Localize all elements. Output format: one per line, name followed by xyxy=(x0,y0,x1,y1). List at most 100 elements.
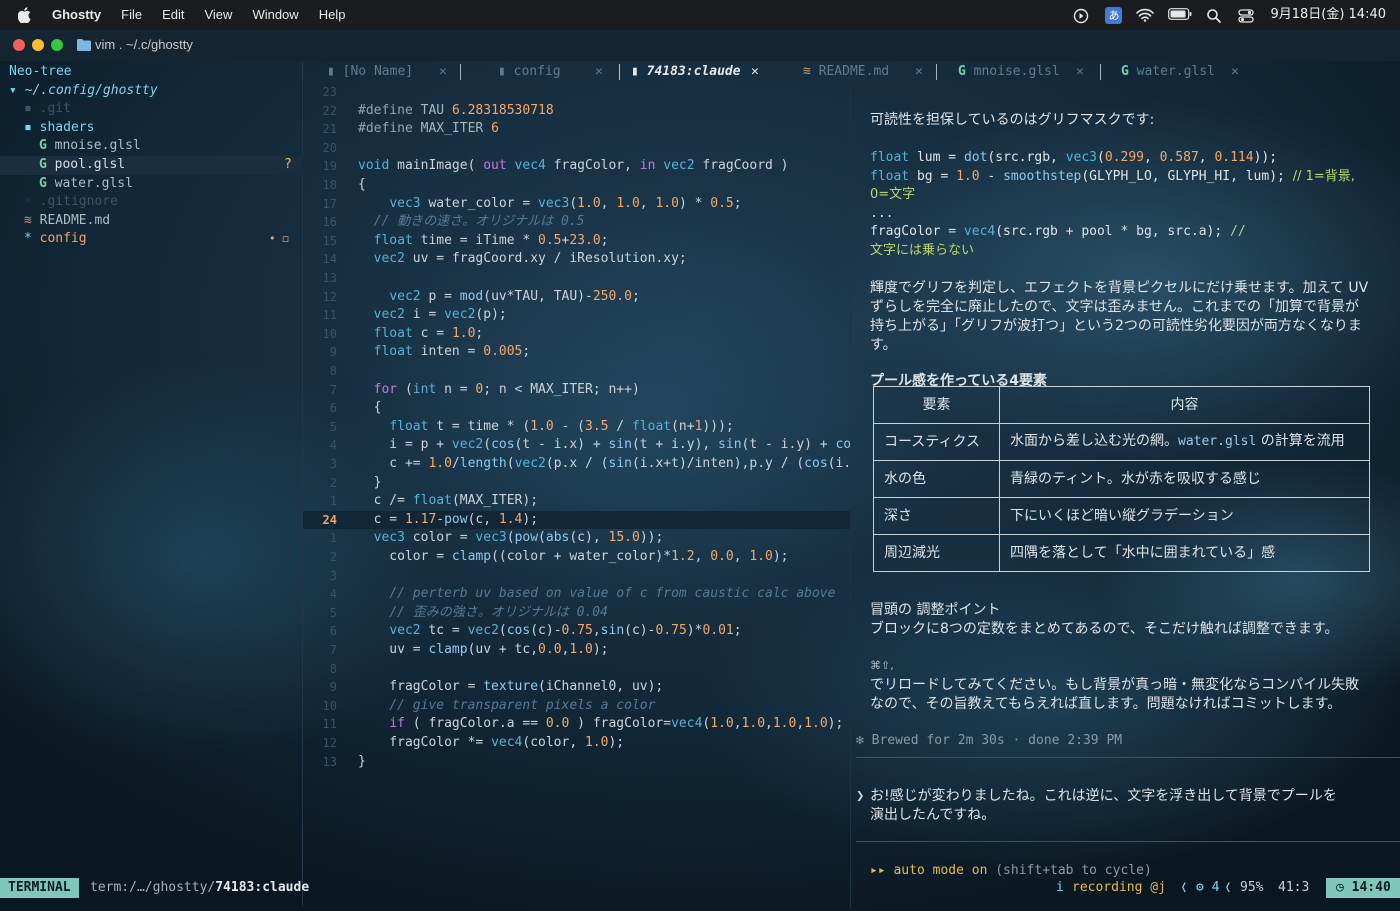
search-icon[interactable] xyxy=(1206,8,1224,23)
glsl-file-icon: G xyxy=(1121,64,1137,79)
statusline-path: term:/…/ghostty/74183:claude xyxy=(90,879,309,898)
close-icon[interactable]: ✕ xyxy=(1231,61,1239,83)
close-window-button[interactable] xyxy=(13,39,25,51)
claude-terminal-pane[interactable]: 可読性を担保しているのはグリフマスクです: float lum = dot(sr… xyxy=(856,81,1400,906)
neo-tree-panel: Neo-tree ▾ ~/.config/ghostty ▪ .git ▪ sh… xyxy=(0,61,303,906)
code-line: #define MAX_ITER 6 xyxy=(358,121,499,137)
close-icon[interactable]: ✕ xyxy=(915,61,923,83)
close-icon[interactable]: ✕ xyxy=(751,61,759,83)
line-number: 7 xyxy=(329,382,337,397)
line-number: 23 xyxy=(322,85,337,99)
code-line: vec2 tc = vec2(cos(c)-0.75,sin(c)-0.75)*… xyxy=(389,623,742,639)
zoom-window-button[interactable] xyxy=(51,39,63,51)
code-line: vec2 i = vec2(p); xyxy=(373,307,507,323)
code-line: vec3 water_color = vec3(1.0, 1.0, 1.0) *… xyxy=(389,195,742,211)
code-line: vec3 color = vec3(pow(abs(c), 15.0)); xyxy=(373,530,664,546)
tab-config[interactable]: ▮ config ✕ xyxy=(498,61,603,83)
line-number: 11 xyxy=(322,308,337,323)
input-method-icon[interactable]: あ xyxy=(1105,6,1123,24)
table-cell: 水面から差し込む光の網。water.glsl の計算を流用 xyxy=(999,423,1370,461)
line-number: 11 xyxy=(322,717,337,732)
neo-tree-header: Neo-tree xyxy=(9,64,72,79)
line-number: 13 xyxy=(322,754,337,769)
table-cell-text: の計算を流用 xyxy=(1256,433,1345,450)
menu-app-name[interactable]: Ghostty xyxy=(52,6,101,25)
control-center-icon[interactable] xyxy=(1238,8,1256,23)
close-icon[interactable]: ✕ xyxy=(595,61,603,83)
tab-separator xyxy=(460,64,461,80)
tree-root-label: ~/.config/ghostty xyxy=(24,82,158,98)
line-number: 4 xyxy=(329,587,337,602)
macos-menu-bar: Ghostty File Edit View Window Help あ 9月1… xyxy=(0,0,1400,30)
close-icon[interactable]: ✕ xyxy=(439,61,447,83)
tab-label: 74183:claude xyxy=(646,64,741,79)
tree-item-shaders[interactable]: ▪ shaders xyxy=(24,119,94,138)
tree-item-readme[interactable]: ≋ README.md xyxy=(24,212,110,231)
auto-mode-hint: (shift+tab to cycle) xyxy=(995,863,1152,878)
code-line: for (int n = 0; n < MAX_ITER; n++) xyxy=(373,381,640,397)
open-folder-icon: ▪ xyxy=(24,119,40,135)
tree-item-config[interactable]: * config • ◻ xyxy=(24,230,303,249)
tree-item-label: config xyxy=(39,231,87,247)
line-number: 1 xyxy=(329,494,337,509)
code-line: vec2 uv = fragCoord.xy / iResolution.xy; xyxy=(373,251,687,267)
line-number: 10 xyxy=(322,698,337,713)
tab-readme[interactable]: ≋ README.md ✕ xyxy=(803,61,923,83)
menu-edit[interactable]: Edit xyxy=(162,6,184,25)
chat-paragraph-line: ずらしを完全に廃止したので、文字は歪みません。これまでの「加算で背景が xyxy=(870,299,1360,315)
line-number: 7 xyxy=(329,643,337,657)
tab-water[interactable]: G water.glsl ✕ xyxy=(1121,61,1239,83)
line-number: 4 xyxy=(329,438,337,453)
tree-item-pool[interactable]: G pool.glsl ? xyxy=(0,156,303,175)
wifi-icon[interactable] xyxy=(1136,8,1155,22)
auto-mode-label: auto mode on xyxy=(893,863,988,878)
line-number: 8 xyxy=(329,364,337,378)
line-number: 3 xyxy=(329,457,337,471)
tree-item-water[interactable]: G water.glsl xyxy=(39,175,133,194)
close-icon[interactable]: ✕ xyxy=(1076,61,1084,83)
minimize-window-button[interactable] xyxy=(32,39,44,51)
user-message-line: お!感じが変わりましたね。これは逆に、文字を浮き出して背景でプールを xyxy=(870,788,1337,804)
table-row: コースティクス 水面から差し込む光の網。water.glsl の計算を流用 xyxy=(873,423,1370,461)
line-number: 9 xyxy=(329,680,337,695)
tab-label: [No Name] xyxy=(342,64,414,79)
prompt-divider xyxy=(856,841,1400,842)
play-circle-icon[interactable] xyxy=(1073,8,1091,24)
folder-icon: ▪ xyxy=(24,101,40,117)
line-number: 12 xyxy=(322,736,337,750)
inline-code: water.glsl xyxy=(1178,434,1257,450)
code-line: i = p + vec2(cos(t - i.x) + sin(t + i.y)… xyxy=(358,437,850,453)
table-cell: 深さ xyxy=(873,497,1000,535)
code-snippet-line: fragColor = vec4(src.rgb + pool * bg, sr… xyxy=(870,224,1246,240)
menubar-clock[interactable]: 9月18日(金) 14:40 xyxy=(1270,6,1386,25)
tab-no-name[interactable]: ▮ [No Name] ✕ xyxy=(327,61,447,83)
tree-item-git[interactable]: ▪ .git xyxy=(24,100,71,119)
apple-icon[interactable] xyxy=(17,7,32,24)
code-snippet-line: float bg = 1.0 - smoothstep(GLYPH_LO, GL… xyxy=(870,168,1355,184)
menu-window[interactable]: Window xyxy=(252,6,298,25)
menu-file[interactable]: File xyxy=(121,6,142,25)
table-cell: 下にいくほど暗い縦グラデーション xyxy=(999,497,1370,535)
tab-claude-terminal[interactable]: ▮ 74183:claude ✕ xyxy=(631,61,759,83)
table-row: 周辺減光 四隅を落として「水中に囲まれている」感 xyxy=(873,534,1370,572)
adjust-title: 冒頭の 調整ポイント xyxy=(870,602,1001,618)
lsp-count: ⚙ 4 xyxy=(1196,880,1220,895)
tree-item-mnoise[interactable]: G mnoise.glsl xyxy=(39,137,141,156)
ghostty-window: vim . ~/.c/ghostty Neo-tree ▾ ~/.config/… xyxy=(0,30,1400,911)
tree-root[interactable]: ▾ ~/.config/ghostty xyxy=(9,82,158,101)
menu-help[interactable]: Help xyxy=(319,6,346,25)
tree-item-label: README.md xyxy=(39,212,111,228)
chevron-down-icon: ▾ xyxy=(9,82,25,98)
prompt-divider xyxy=(856,757,1400,758)
tree-item-label: water.glsl xyxy=(54,175,133,191)
tab-label: README.md xyxy=(818,64,890,79)
code-editor[interactable]: #define TAU 6.28318530718 #define MAX_ITE… xyxy=(358,83,850,803)
battery-icon[interactable] xyxy=(1168,8,1192,22)
window-split-separator[interactable] xyxy=(850,83,851,908)
table-cell: 周辺減光 xyxy=(873,534,1000,572)
menu-view[interactable]: View xyxy=(204,6,232,25)
tab-mnoise[interactable]: G mnoise.glsl ✕ xyxy=(958,61,1084,83)
tree-item-gitignore[interactable]: ◦ .gitignore xyxy=(24,193,118,212)
line-number: 2 xyxy=(329,550,337,564)
table-cell: 水の色 xyxy=(873,460,1000,498)
